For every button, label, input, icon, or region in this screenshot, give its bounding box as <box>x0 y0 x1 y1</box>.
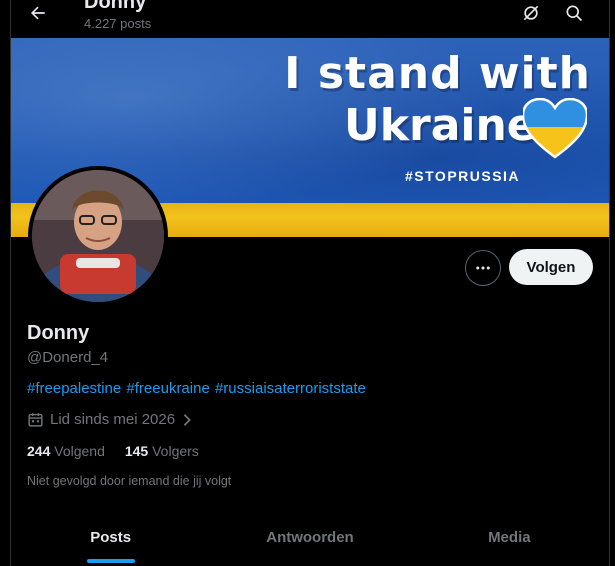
more-options-button[interactable] <box>465 250 501 286</box>
followers-label: Volgers <box>152 443 199 459</box>
profile-tabs: Posts Antwoorden Media <box>11 508 609 566</box>
banner-text-line1: I stand with <box>284 48 591 99</box>
grok-button[interactable] <box>515 0 547 26</box>
profile-display-name: Donny <box>27 322 90 344</box>
banner-text-line2: Ukraine <box>344 100 537 151</box>
following-count: 244 <box>27 443 51 459</box>
bio-hashtag-link[interactable]: #freeukraine <box>126 380 209 397</box>
tab-label: Antwoorden <box>266 528 354 546</box>
tab-media[interactable]: Media <box>410 508 609 566</box>
follow-stats: 244 Volgend 145 Volgers <box>27 443 199 459</box>
active-tab-indicator <box>86 559 135 563</box>
mutual-followers-note: Niet gevolgd door iemand die jij volgt <box>27 474 232 488</box>
top-bar: Donny 4.227 posts <box>0 0 615 38</box>
tab-posts[interactable]: Posts <box>11 508 210 566</box>
search-button[interactable] <box>558 0 590 26</box>
following-link[interactable]: 244 Volgend <box>27 443 105 459</box>
profile-bio: #freepalestine #freeukraine #russiaisate… <box>27 380 366 397</box>
tab-label: Media <box>488 528 531 546</box>
back-button[interactable] <box>22 0 54 26</box>
avatar-image <box>32 170 164 302</box>
following-label: Volgend <box>54 443 105 459</box>
header-post-count: 4.227 posts <box>84 16 152 31</box>
joined-text: Lid sinds mei 2026 <box>50 411 176 428</box>
profile-handle: @Donerd_4 <box>27 349 109 366</box>
avatar[interactable] <box>28 166 168 306</box>
joined-date[interactable]: Lid sinds mei 2026 <box>27 411 193 428</box>
follow-button[interactable]: Volgen <box>509 249 593 285</box>
ukraine-heart-icon <box>523 98 587 159</box>
followers-link[interactable]: 145 Volgers <box>125 443 199 459</box>
grok-icon <box>523 5 539 21</box>
more-horizontal-icon <box>476 266 490 270</box>
calendar-icon <box>28 413 43 427</box>
tab-label: Posts <box>90 528 132 546</box>
header-title: Donny <box>84 0 147 13</box>
bio-hashtag-link[interactable]: #freepalestine <box>27 380 121 397</box>
bio-hashtag-link[interactable]: #russiaisaterroriststate <box>215 380 366 397</box>
tab-antwoorden[interactable]: Antwoorden <box>210 508 409 566</box>
search-icon <box>566 5 583 22</box>
chevron-right-icon <box>183 413 191 426</box>
arrow-left-icon <box>31 6 45 20</box>
banner-hashtag: #STOPRUSSIA <box>405 168 521 184</box>
followers-count: 145 <box>124 443 149 459</box>
